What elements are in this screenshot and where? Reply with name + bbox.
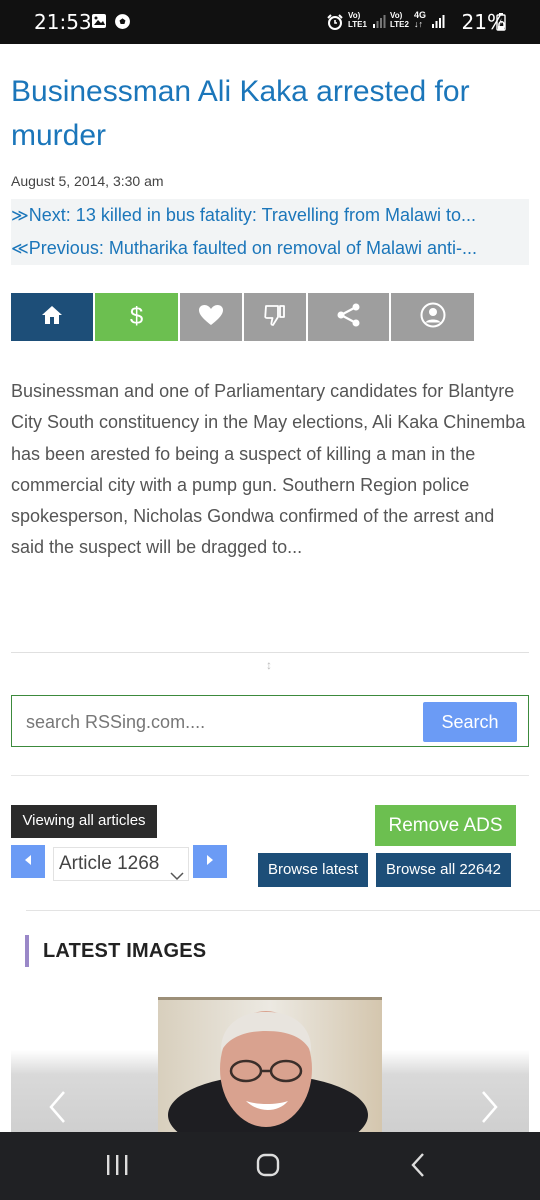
divider — [26, 910, 540, 911]
dislike-button[interactable] — [244, 293, 306, 341]
divider — [11, 652, 529, 653]
volte2-label: Vo) LTE2 — [390, 11, 409, 29]
carousel-prev-button[interactable] — [48, 1090, 68, 1129]
browse-latest-button[interactable]: Browse latest — [258, 853, 368, 887]
volte1-label: Vo) LTE1 — [348, 11, 367, 29]
browse-all-button[interactable]: Browse all 22642 — [376, 853, 511, 887]
alarm-icon — [326, 13, 344, 36]
back-button[interactable] — [410, 1152, 426, 1183]
article-body: Businessman and one of Parliamentary can… — [11, 381, 526, 558]
profile-button[interactable] — [391, 293, 474, 341]
article-title[interactable]: Businessman Ali Kaka arrested for murder — [11, 70, 521, 158]
latest-images-heading: LATEST IMAGES — [25, 935, 206, 967]
search-input[interactable] — [24, 706, 418, 738]
article-date: August 5, 2014, 3:30 am — [11, 173, 164, 189]
article-select[interactable]: Article 1268 — [53, 847, 189, 881]
chevron-left-icon — [48, 1091, 68, 1128]
home-nav-button[interactable] — [256, 1153, 280, 1182]
battery-icon — [496, 13, 506, 36]
article-nav: ≫Next: 13 killed in bus fatality: Travel… — [11, 199, 529, 265]
share-button[interactable] — [308, 293, 389, 341]
next-article-link[interactable]: ≫Next: 13 killed in bus fatality: Travel… — [11, 199, 529, 231]
4g-label: 4G ↓↑ — [414, 10, 427, 29]
next-page-button[interactable] — [193, 845, 227, 878]
recent-apps-icon — [107, 1155, 128, 1175]
status-time: 21:53 — [34, 10, 92, 34]
triangle-right-icon — [205, 853, 215, 871]
previous-article-link[interactable]: ≪Previous: Mutharika faulted on removal … — [11, 232, 529, 264]
scroll-hint-icon: ↕ — [266, 658, 272, 672]
home-icon — [40, 304, 64, 331]
remove-ads-button[interactable]: Remove ADS — [375, 805, 516, 846]
home-circle-icon — [256, 1153, 280, 1177]
heart-icon — [198, 304, 224, 331]
gallery-icon — [91, 13, 107, 34]
home-button[interactable] — [11, 293, 93, 341]
signal-icon-2 — [431, 13, 445, 34]
search-button[interactable]: Search — [423, 702, 517, 742]
previous-page-button[interactable] — [11, 845, 45, 878]
divider — [11, 775, 529, 776]
like-button[interactable] — [180, 293, 242, 341]
chevron-right-icon — [479, 1091, 499, 1128]
share-bar: $ — [11, 293, 476, 341]
double-chevron-right-icon: ≫ — [11, 206, 29, 225]
dollar-icon: $ — [129, 303, 144, 330]
chevron-down-icon — [170, 860, 184, 892]
next-article-label: Next: 13 killed in bus fatality: Travell… — [28, 205, 476, 225]
triangle-left-icon — [23, 853, 33, 871]
signal-icon — [372, 13, 386, 34]
article-select-value: Article 1268 — [59, 853, 160, 874]
soccer-ball-icon — [114, 13, 131, 35]
thumbs-down-icon — [263, 303, 287, 332]
donate-button[interactable]: $ — [95, 293, 178, 341]
double-chevron-left-icon: ≪ — [11, 239, 29, 258]
viewing-all-articles-label: Viewing all articles — [11, 805, 157, 838]
carousel-image[interactable] — [158, 997, 382, 1132]
recent-apps-button[interactable] — [105, 1154, 129, 1181]
search-form: Search — [11, 695, 529, 747]
share-icon — [336, 303, 362, 332]
system-navigation-bar — [0, 1132, 540, 1200]
back-icon — [411, 1153, 424, 1177]
previous-article-label: Previous: Mutharika faulted on removal o… — [28, 238, 477, 258]
carousel-next-button[interactable] — [479, 1090, 499, 1129]
user-icon — [420, 302, 446, 333]
status-bar: 21:53 Vo) LTE1 Vo) LTE2 4G ↓↑ 21% — [0, 0, 540, 44]
